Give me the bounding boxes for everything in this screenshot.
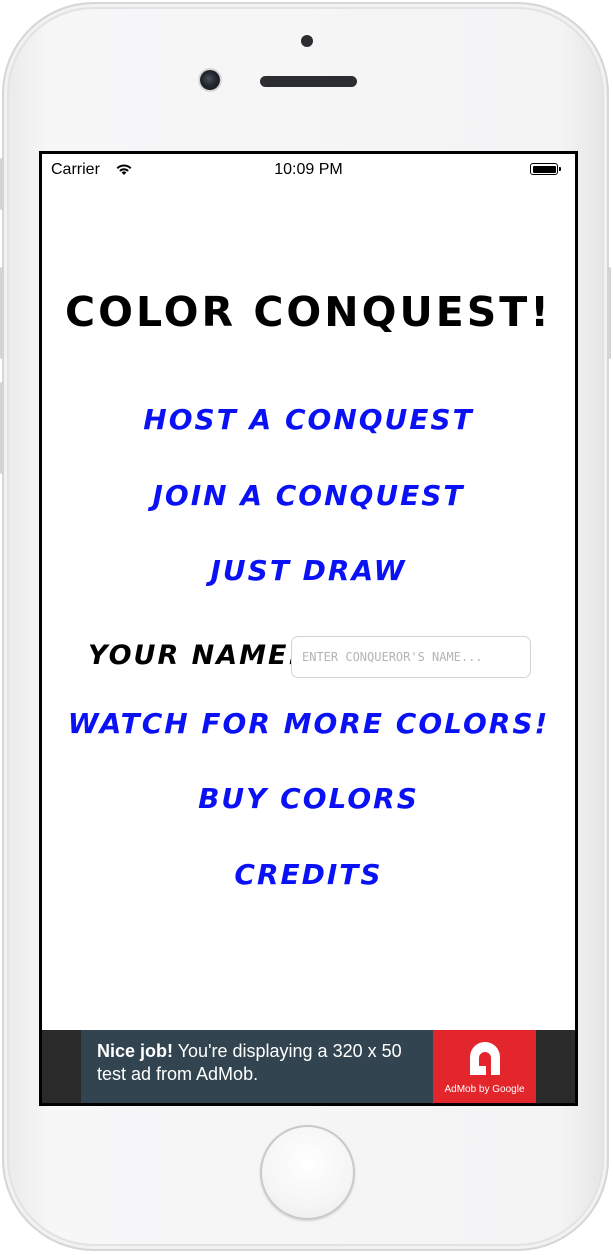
phone-frame: Carrier 10:09 PM COLOR CONQUEST! HOST A … (0, 2, 611, 1251)
app-title: COLOR CONQUEST! (65, 288, 552, 336)
mute-switch (0, 158, 4, 210)
volume-up-button (0, 267, 4, 359)
ad-padding (536, 1030, 575, 1103)
watch-for-colors-button[interactable]: WATCH FOR MORE COLORS! (42, 707, 575, 740)
app-display: Carrier 10:09 PM COLOR CONQUEST! HOST A … (42, 154, 575, 1103)
status-bar: Carrier 10:09 PM (42, 154, 575, 188)
ad-banner[interactable]: Nice job! You're displaying a 320 x 50 t… (42, 1030, 575, 1103)
admob-caption: AdMob by Google (444, 1084, 525, 1095)
home-button[interactable] (260, 1125, 355, 1220)
credits-button[interactable]: CREDITS (42, 858, 575, 891)
volume-down-button (0, 382, 4, 474)
screen: Carrier 10:09 PM COLOR CONQUEST! HOST A … (39, 151, 578, 1106)
front-camera-icon (200, 70, 220, 90)
power-button (607, 267, 611, 359)
battery-icon (530, 163, 561, 175)
just-draw-button[interactable]: JUST DRAW (42, 554, 575, 587)
proximity-sensor (301, 35, 313, 47)
earpiece-speaker (260, 76, 357, 87)
ad-headline: Nice job! (97, 1041, 174, 1061)
name-label: YOUR NAME: (88, 640, 302, 671)
status-time: 10:09 PM (274, 161, 343, 178)
admob-logo[interactable]: AdMob by Google (433, 1030, 536, 1103)
conqueror-name-input[interactable] (291, 636, 531, 678)
ad-text: Nice job! You're displaying a 320 x 50 t… (97, 1040, 427, 1086)
ad-content[interactable]: Nice job! You're displaying a 320 x 50 t… (81, 1030, 433, 1103)
host-conquest-button[interactable]: HOST A CONQUEST (42, 403, 575, 436)
join-conquest-button[interactable]: JOIN A CONQUEST (42, 479, 575, 512)
buy-colors-button[interactable]: BUY COLORS (42, 782, 575, 815)
admob-logo-icon (470, 1042, 500, 1075)
